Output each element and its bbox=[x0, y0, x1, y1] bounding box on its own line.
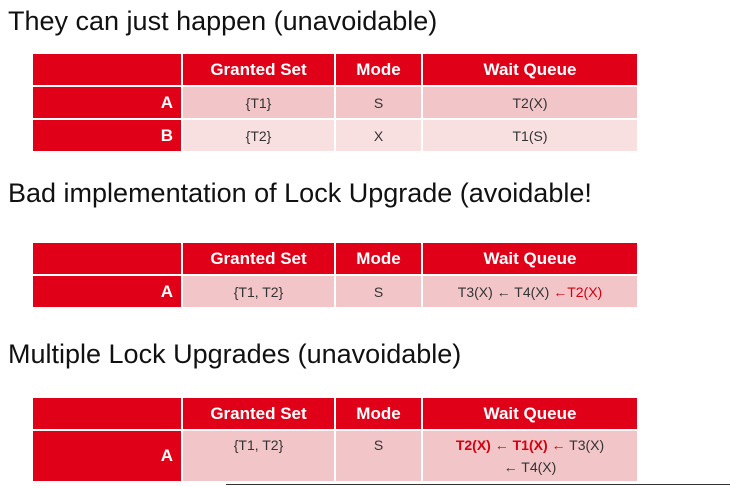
header-mode: Mode bbox=[336, 54, 421, 85]
granted-set-cell: {T2} bbox=[183, 120, 334, 151]
row-label: A bbox=[33, 87, 181, 118]
wait-queue-upgrade-part: ←T2(X) bbox=[553, 283, 603, 300]
header-empty bbox=[33, 243, 181, 274]
mode-cell: S bbox=[336, 276, 421, 307]
section-2-heading: Bad implementation of Lock Upgrade (avoi… bbox=[8, 178, 592, 208]
section-1-heading: They can just happen (unavoidable) bbox=[8, 6, 438, 36]
header-empty bbox=[33, 54, 181, 85]
wait-queue-cell: T2(X) ← T1(X) ← T3(X) ← T4(X) bbox=[423, 431, 637, 481]
row-label: A bbox=[33, 431, 181, 481]
mode-cell: S bbox=[336, 87, 421, 118]
granted-set-cell: {T1, T2} bbox=[183, 276, 334, 307]
granted-set-cell: {T1} bbox=[183, 87, 334, 118]
mode-cell: X bbox=[336, 120, 421, 151]
header-wait-queue: Wait Queue bbox=[423, 54, 637, 85]
table-row: B {T2} X T1(S) bbox=[33, 120, 637, 151]
row-label: B bbox=[33, 120, 181, 151]
table-header-row: Granted Set Mode Wait Queue bbox=[33, 243, 637, 274]
wait-queue-part: T3(X) ← T4(X) bbox=[457, 283, 554, 300]
header-granted-set: Granted Set bbox=[183, 243, 334, 274]
row-label: A bbox=[33, 276, 181, 307]
divider-line bbox=[226, 484, 730, 485]
wait-queue-upgrade-part: T2(X) ← T1(X) ← bbox=[455, 437, 566, 453]
mode-cell: S bbox=[336, 431, 421, 481]
table-row: A {T1, T2} S T3(X) ← T4(X) ←T2(X) bbox=[33, 276, 637, 307]
granted-set-cell: {T1, T2} bbox=[183, 431, 334, 481]
wait-queue-cell: T2(X) bbox=[423, 87, 637, 118]
wait-queue-cell: T1(S) bbox=[423, 120, 637, 151]
section-3-heading: Multiple Lock Upgrades (unavoidable) bbox=[8, 339, 462, 369]
header-wait-queue: Wait Queue bbox=[423, 398, 637, 429]
header-granted-set: Granted Set bbox=[183, 398, 334, 429]
lock-table-2: Granted Set Mode Wait Queue A {T1, T2} S… bbox=[31, 241, 639, 309]
wait-queue-cell: T3(X) ← T4(X) ←T2(X) bbox=[423, 276, 637, 307]
header-granted-set: Granted Set bbox=[183, 54, 334, 85]
table-row: A {T1} S T2(X) bbox=[33, 87, 637, 118]
table-header-row: Granted Set Mode Wait Queue bbox=[33, 54, 637, 85]
header-mode: Mode bbox=[336, 243, 421, 274]
table-header-row: Granted Set Mode Wait Queue bbox=[33, 398, 637, 429]
wait-queue-part: T3(X) bbox=[565, 437, 605, 453]
wait-queue-part: ← T4(X) bbox=[503, 459, 557, 475]
table-row: A {T1, T2} S T2(X) ← T1(X) ← T3(X) ← T4(X… bbox=[33, 431, 637, 481]
lock-table-3: Granted Set Mode Wait Queue A {T1, T2} S… bbox=[31, 396, 639, 483]
header-empty bbox=[33, 398, 181, 429]
lock-table-1: Granted Set Mode Wait Queue A {T1} S T2(… bbox=[31, 52, 639, 153]
header-mode: Mode bbox=[336, 398, 421, 429]
header-wait-queue: Wait Queue bbox=[423, 243, 637, 274]
